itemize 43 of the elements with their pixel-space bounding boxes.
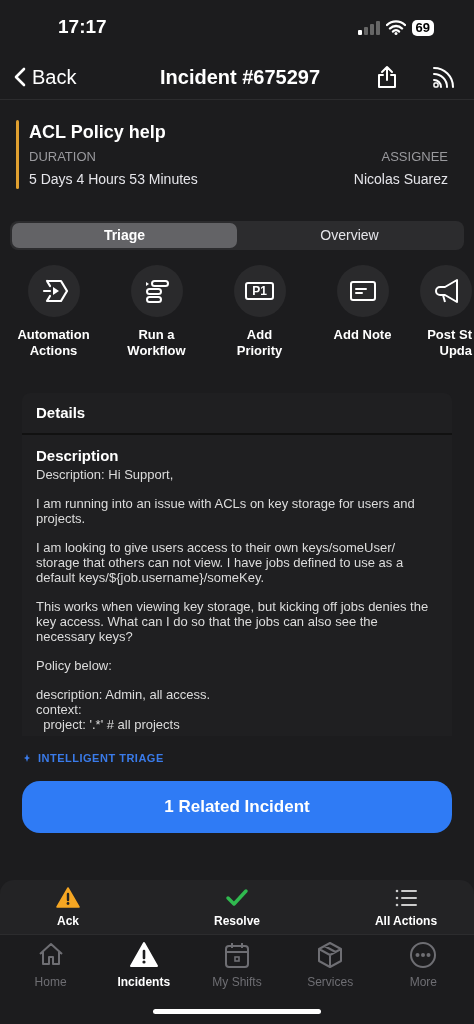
- action-button[interactable]: Add Note: [311, 265, 414, 375]
- incident-title: ACL Policy help: [29, 121, 167, 144]
- duration-label: DURATION: [29, 148, 96, 166]
- segment-tab[interactable]: Triage: [12, 223, 237, 248]
- tab-bar-item[interactable]: Incidents: [98, 941, 189, 1024]
- megaphone-icon: [420, 265, 472, 317]
- assignee-name: Nicolas Suarez: [353, 170, 448, 189]
- chevron-left-icon: [14, 67, 26, 87]
- duration-value: 5 Days 4 Hours 53 Minutes: [29, 170, 198, 189]
- action-button[interactable]: Automation Actions: [2, 265, 105, 375]
- action-button[interactable]: P1 Add Priority: [208, 265, 311, 375]
- warning-icon: [129, 941, 158, 969]
- cube-icon: [316, 941, 345, 969]
- quick-action-button[interactable]: Ack: [28, 886, 108, 930]
- description-text: Policy below:: [36, 658, 113, 673]
- quick-action-button[interactable]: All Actions: [366, 886, 446, 930]
- status-time: 17:17: [58, 15, 107, 40]
- description-text: I am running into an issue with ACLs on key storage for users and projects.: [36, 496, 416, 526]
- assignee-label: ASSIGNEE: [381, 148, 448, 166]
- warning-icon: [56, 886, 80, 910]
- card-title: Details: [36, 402, 86, 423]
- description-text: Description: Hi Support,: [36, 467, 175, 482]
- broadcast-icon[interactable]: [432, 65, 456, 89]
- section-label: INTELLIGENT TRIAGE: [38, 751, 164, 766]
- related-incident-button[interactable]: 1 Related Incident: [22, 780, 452, 833]
- section-heading: Description: [36, 446, 120, 466]
- signal-icon: [357, 20, 380, 35]
- description-text: This works when viewing key storage, but kicking off jobs denies the key access. What can I do so that the jobs can also see the necessary keys?: [36, 599, 430, 644]
- description-text: I am looking to give users access to their own keys/someUser/ storage that others can not view. I have jobs defined to use as a default keys/${job.username}/someKey.: [36, 540, 405, 585]
- share-icon[interactable]: [376, 65, 398, 89]
- page-title: Incident #675297: [160, 65, 321, 90]
- sparkle-icon: [24, 754, 30, 763]
- more-icon: [409, 941, 438, 969]
- action-button[interactable]: Run a Workflow: [105, 265, 208, 375]
- action-button[interactable]: Post St Upda: [414, 265, 472, 375]
- segment-tab[interactable]: Overview: [237, 223, 462, 248]
- description-text: description: Admin, all access. context: project: '.*' # all projects: [36, 687, 212, 732]
- battery-indicator: 69: [411, 19, 434, 36]
- back-button[interactable]: Back: [14, 62, 77, 92]
- priority-label: P1: [245, 282, 274, 300]
- wifi-icon: [385, 20, 406, 35]
- quick-action-button[interactable]: Resolve: [197, 886, 277, 930]
- calendar-icon: [222, 941, 251, 969]
